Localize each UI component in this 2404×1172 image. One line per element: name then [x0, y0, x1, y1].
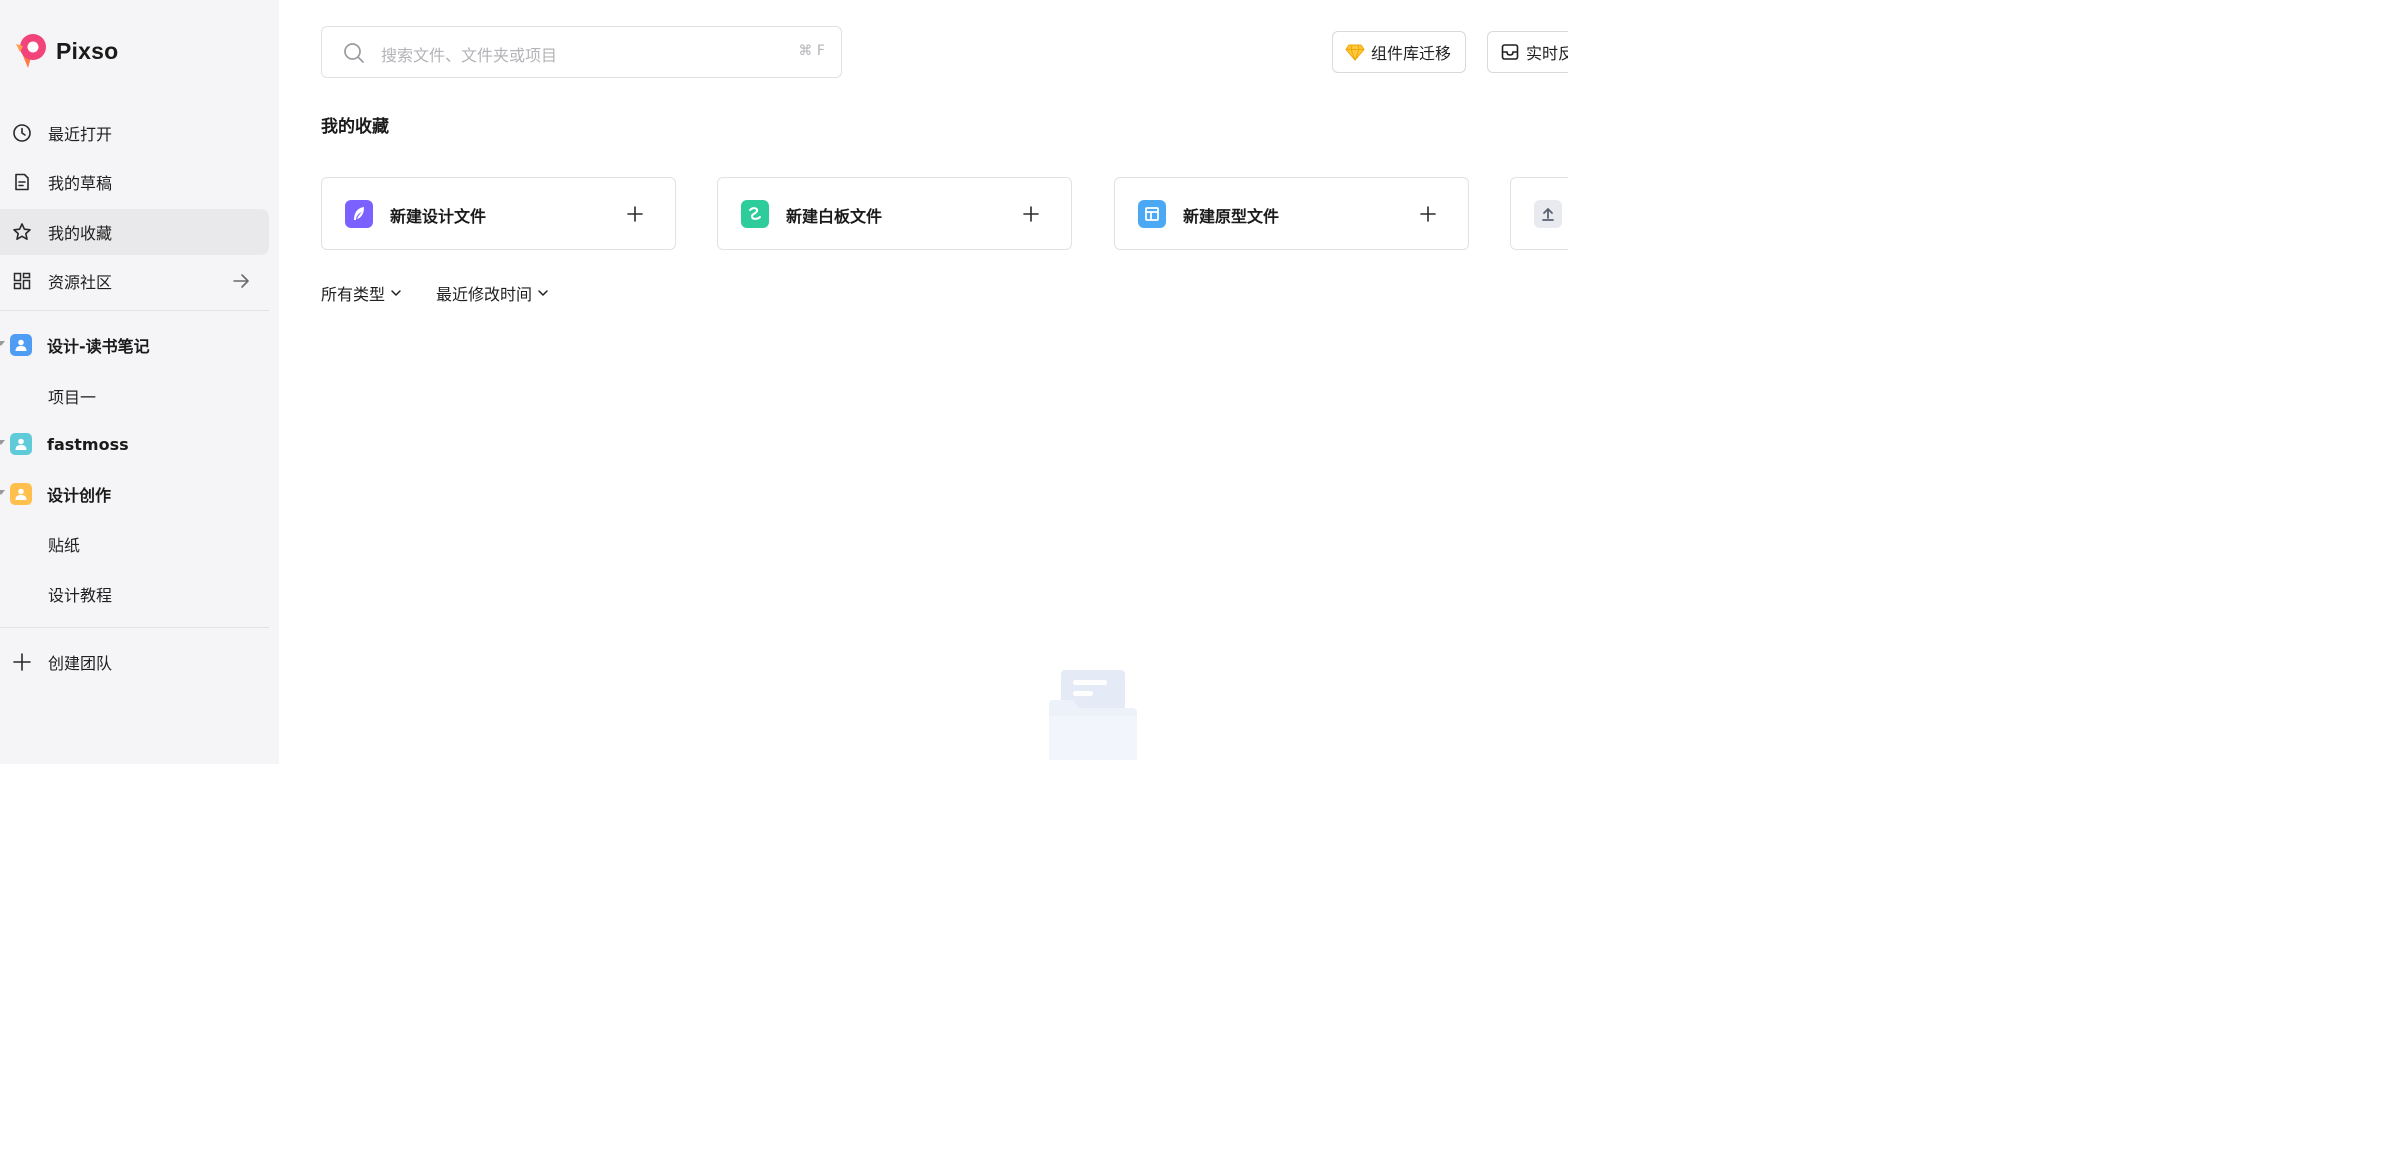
nav-community[interactable]: 资源社区 [0, 258, 269, 304]
pixso-logo-icon [16, 34, 46, 68]
feather-icon [345, 200, 373, 228]
team-avatar-icon [10, 334, 32, 356]
feedback-button[interactable]: 实时反 [1487, 31, 1568, 73]
type-filter-dropdown[interactable]: 所有类型 [321, 281, 403, 305]
chevron-down-icon [391, 290, 401, 296]
search-icon [344, 43, 364, 63]
sort-filter-dropdown[interactable]: 最近修改时间 [436, 281, 550, 305]
caret-down-icon [0, 490, 5, 495]
card-label: 新建原型文件 [1183, 207, 1280, 226]
new-whiteboard-file-card[interactable]: 新建白板文件 [717, 177, 1072, 250]
project-item[interactable]: 贴纸 [48, 532, 80, 556]
search-shortcut: ⌘ F [798, 43, 825, 59]
nav-recent[interactable]: 最近打开 [0, 110, 269, 156]
search-placeholder: 搜索文件、文件夹或项目 [381, 46, 558, 65]
library-migration-label: 组件库迁移 [1371, 44, 1452, 63]
nav-favorites[interactable]: 我的收藏 [0, 209, 269, 255]
card-label: 新建设计文件 [390, 207, 487, 226]
empty-folder-icon [1049, 670, 1137, 760]
clock-icon [13, 124, 31, 142]
app-name: Pixso [56, 37, 119, 64]
feedback-label: 实时反 [1526, 44, 1568, 63]
plus-icon [1023, 206, 1039, 222]
page-title: 我的收藏 [321, 117, 389, 137]
nav-label: 最近打开 [48, 125, 113, 144]
plus-icon [1420, 206, 1436, 222]
search-input[interactable]: 搜索文件、文件夹或项目 ⌘ F [321, 26, 842, 78]
new-design-file-card[interactable]: 新建设计文件 [321, 177, 676, 250]
create-team-label: 创建团队 [48, 654, 113, 673]
caret-down-icon [0, 341, 5, 346]
sort-filter-label: 最近修改时间 [436, 285, 533, 304]
project-item[interactable]: 设计教程 [48, 582, 112, 606]
import-file-card[interactable] [1510, 177, 1568, 250]
star-icon [13, 223, 31, 240]
grid-icon [13, 272, 31, 290]
create-team-button[interactable]: 创建团队 [0, 639, 269, 685]
sidebar-divider [0, 310, 269, 311]
nav-drafts[interactable]: 我的草稿 [0, 159, 269, 205]
plus-icon [13, 653, 31, 671]
sidebar: Pixso 最近打开 我的草稿 我的收藏 资源社区 设计-读书笔记 项目一 fa… [0, 0, 279, 764]
whiteboard-icon [741, 200, 769, 228]
upload-icon [1534, 200, 1562, 228]
sidebar-divider [0, 627, 269, 628]
team-avatar-icon [10, 433, 32, 455]
nav-label: 资源社区 [48, 273, 113, 292]
team-design-creation[interactable]: 设计创作 [0, 472, 269, 516]
team-avatar-icon [10, 483, 32, 505]
arrow-right-icon [233, 274, 249, 288]
team-name: 设计创作 [47, 486, 112, 505]
type-filter-label: 所有类型 [321, 285, 386, 304]
team-name: fastmoss [47, 434, 129, 454]
inbox-icon [1501, 44, 1519, 60]
team-name: 设计-读书笔记 [47, 337, 150, 356]
library-migration-button[interactable]: 组件库迁移 [1332, 31, 1466, 73]
diamond-icon [1345, 44, 1365, 62]
team-reading-notes[interactable]: 设计-读书笔记 [0, 323, 269, 367]
chevron-down-icon [538, 290, 548, 296]
prototype-icon [1138, 200, 1166, 228]
nav-label: 我的草稿 [48, 174, 113, 193]
nav-label: 我的收藏 [48, 224, 113, 243]
logo[interactable]: Pixso [10, 32, 118, 70]
new-prototype-file-card[interactable]: 新建原型文件 [1114, 177, 1469, 250]
card-label: 新建白板文件 [786, 207, 883, 226]
team-fastmoss[interactable]: fastmoss [0, 422, 269, 466]
project-item[interactable]: 项目一 [48, 384, 96, 408]
caret-down-icon [0, 440, 5, 445]
plus-icon [627, 206, 643, 222]
draft-icon [15, 173, 29, 191]
